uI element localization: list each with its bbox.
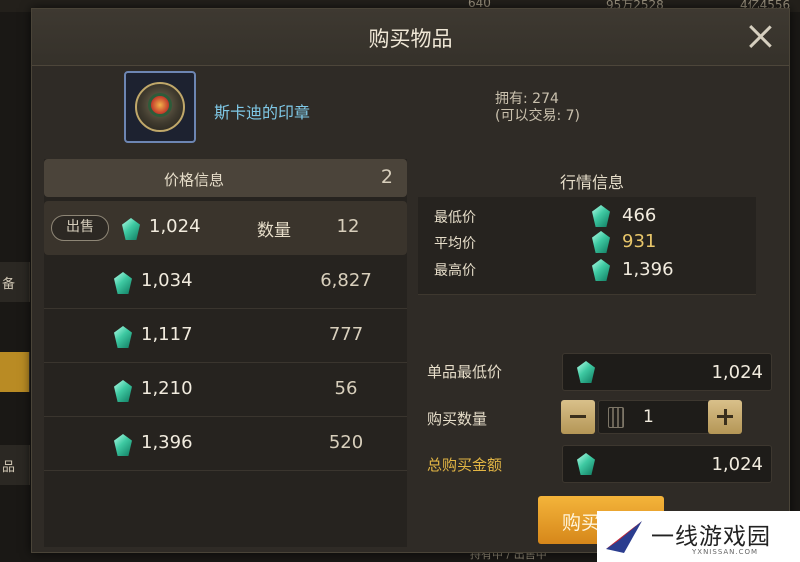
item-name: 斯卡迪的印章 [214, 103, 311, 122]
gem-icon [577, 361, 595, 383]
total-field: 1,024 [562, 445, 772, 483]
gem-icon [114, 380, 132, 402]
plus-button[interactable] [708, 400, 742, 434]
min-price-label: 最低价 [434, 210, 476, 226]
listing-quantity: 12 [336, 216, 360, 237]
listing-quantity: 56 [334, 378, 358, 399]
price-info-title: 价格信息 [163, 171, 224, 189]
watermark: 一线游戏园 YXNISSAN.COM [597, 511, 800, 562]
listing-row[interactable]: 1,210 56 [44, 363, 407, 417]
tradable-count: (可以交易: 7) [495, 108, 580, 124]
watermark-logo-icon [606, 521, 642, 553]
gem-icon [114, 326, 132, 348]
max-price-label: 最高价 [434, 263, 476, 279]
max-price-value: 1,396 [622, 259, 674, 280]
listing-row[interactable]: 1,117 777 [44, 309, 407, 363]
total-value: 1,024 [711, 454, 763, 475]
gem-icon [114, 272, 132, 294]
bg-left-tab-item[interactable]: 品 [0, 445, 30, 485]
dialog-title: 购买物品 [368, 27, 453, 51]
calculator-icon[interactable] [608, 407, 624, 428]
watermark-text: 一线游戏园 [651, 524, 771, 550]
total-label: 总购买金额 [427, 456, 503, 474]
minus-button[interactable] [561, 400, 595, 434]
gem-icon [592, 259, 610, 281]
listing-price: 1,396 [141, 432, 193, 453]
gem-icon [592, 231, 610, 253]
quantity-label: 数量 [257, 221, 291, 241]
listing-row[interactable]: 1,034 6,827 [44, 255, 407, 309]
min-price-value: 466 [622, 205, 657, 226]
listing-quantity: 6,827 [320, 270, 372, 291]
watermark-subtext: YXNISSAN.COM [692, 548, 759, 556]
item-icon [124, 71, 196, 143]
listing-row[interactable]: 1,396 520 [44, 417, 407, 471]
unit-price-value: 1,024 [711, 362, 763, 383]
listing-row[interactable]: 出售 1,024 数量 12 [44, 201, 407, 255]
listing-quantity: 777 [328, 324, 364, 345]
owned-count: 拥有: 274 [495, 91, 559, 107]
sell-button[interactable]: 出售 [51, 215, 109, 241]
price-info-count: 2 [380, 166, 393, 188]
gem-icon [122, 218, 140, 240]
quantity-value: 1 [643, 407, 654, 427]
listing-quantity: 520 [328, 432, 364, 453]
unit-price-field: 1,024 [562, 353, 772, 391]
dialog-header: 购买物品 [32, 9, 789, 66]
listing-price: 1,117 [141, 324, 193, 345]
gem-icon [577, 453, 595, 475]
listing-price: 1,034 [141, 270, 193, 291]
close-icon[interactable] [745, 21, 775, 51]
item-owned-info: 拥有: 274 (可以交易: 7) [495, 91, 580, 125]
bg-left-tab-equip[interactable]: 备 [0, 262, 30, 302]
gem-icon [592, 205, 610, 227]
avg-price-label: 平均价 [434, 236, 476, 252]
price-info-panel: 价格信息 2 出售 1,024 数量 12 1,034 6,827 1,117 … [44, 159, 407, 547]
market-info-box: 最低价 466 平均价 931 最高价 1,396 [418, 197, 756, 295]
gem-icon [114, 434, 132, 456]
listing-price: 1,210 [141, 378, 193, 399]
bg-left-tab-active[interactable] [0, 352, 30, 392]
listing-price: 1,024 [149, 216, 201, 237]
unit-price-label: 单品最低价 [427, 363, 503, 381]
market-info-title: 行情信息 [559, 173, 624, 192]
price-info-header: 价格信息 2 [44, 159, 407, 197]
avg-price-value: 931 [622, 231, 657, 252]
quantity-label: 购买数量 [427, 410, 488, 428]
seal-icon [135, 82, 185, 132]
buy-item-dialog: 购买物品 斯卡迪的印章 拥有: 274 (可以交易: 7) 价格信息 2 出售 … [31, 8, 790, 553]
